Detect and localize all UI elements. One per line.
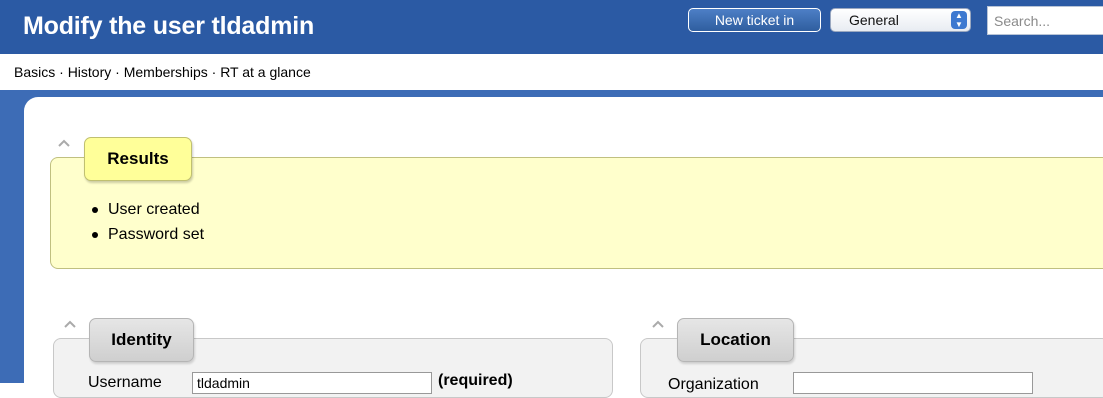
location-heading: Location (677, 318, 794, 362)
subnav-separator: · (55, 64, 68, 80)
page-header: Modify the user tldadmin New ticket in G… (0, 0, 1103, 54)
list-item: User created (90, 199, 204, 224)
updown-arrows-icon: ▲ ▼ (951, 11, 967, 29)
organization-field[interactable] (793, 372, 1033, 394)
subnav: Basics · History · Memberships · RT at a… (0, 54, 1103, 90)
identity-heading: Identity (89, 318, 194, 362)
subnav-history[interactable]: History (68, 64, 112, 80)
username-field[interactable] (192, 372, 432, 394)
page-title: Modify the user tldadmin (23, 12, 315, 40)
results-list: User created Password set (90, 199, 204, 249)
queue-select-value: General (849, 12, 899, 28)
subnav-separator: · (207, 64, 221, 80)
list-item: Password set (90, 224, 204, 249)
chevron-up-icon[interactable] (651, 319, 665, 329)
subnav-rt-at-a-glance[interactable]: RT at a glance (220, 64, 311, 80)
organization-label: Organization (668, 376, 759, 393)
results-panel (50, 157, 1103, 269)
search-input[interactable] (987, 6, 1103, 35)
chevron-up-icon[interactable] (57, 138, 71, 148)
required-note: (required) (438, 372, 513, 389)
username-label: Username (88, 374, 162, 391)
results-heading: Results (84, 137, 192, 181)
subnav-basics[interactable]: Basics (14, 64, 55, 80)
subnav-separator: · (111, 64, 124, 80)
chevron-up-icon[interactable] (63, 319, 77, 329)
subnav-memberships[interactable]: Memberships (124, 64, 208, 80)
new-ticket-button[interactable]: New ticket in (688, 8, 821, 32)
queue-select[interactable]: General ▲ ▼ (830, 8, 971, 32)
